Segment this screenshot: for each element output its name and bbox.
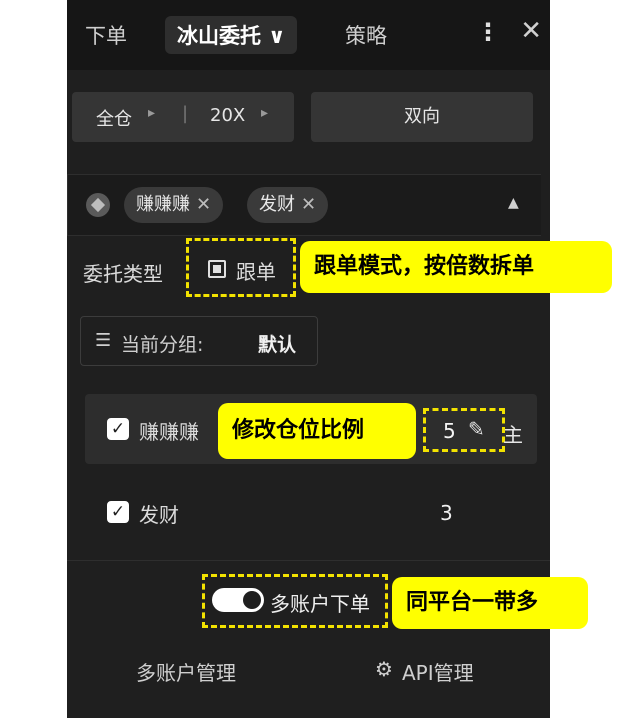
account-checkbox[interactable]: ✓ (107, 501, 129, 523)
account-role: 主 (503, 423, 523, 447)
chevron-up-icon[interactable]: ▲ (508, 195, 519, 211)
account-name: 发财 (139, 503, 179, 527)
account-name: 赚赚赚 (139, 420, 199, 444)
close-icon[interactable]: ✕ (301, 194, 316, 215)
chevron-right-icon: ▸ (148, 105, 156, 121)
tab-strategy[interactable]: 策略 (345, 20, 387, 50)
api-manage-link[interactable]: API管理 (402, 657, 474, 686)
leverage-label[interactable]: 20X (210, 105, 245, 126)
tab-bar: 下单 冰山委托 ∨ 策略 ⋮ ✕ (67, 0, 550, 70)
group-value: 默认 (258, 334, 297, 356)
group-label: 当前分组: (121, 334, 204, 356)
group-selector[interactable]: ☰ 当前分组: 默认 (80, 316, 318, 366)
close-icon[interactable]: ✕ (520, 16, 542, 46)
follow-order-icon (208, 260, 226, 278)
separator: | (182, 103, 189, 124)
exchange-logo-icon (86, 193, 110, 217)
annotation-same-platform: 同平台一带多 (392, 577, 588, 629)
order-type-label: 委托类型 (83, 262, 163, 286)
gear-icon: ⚙ (375, 657, 393, 681)
divider (67, 560, 550, 561)
close-icon[interactable]: ✕ (196, 194, 211, 215)
list-icon: ☰ (95, 330, 112, 351)
order-type-value[interactable]: 跟单 (236, 256, 276, 285)
account-chip[interactable]: 赚赚赚 ✕ (124, 187, 224, 223)
multi-account-label: 多账户下单 (270, 592, 370, 616)
multi-account-toggle[interactable] (212, 588, 264, 612)
account-chip-label: 发财 (259, 194, 295, 215)
multi-account-manage-link[interactable]: 多账户管理 (136, 657, 236, 686)
account-chip-label: 赚赚赚 (136, 194, 190, 215)
account-checkbox[interactable]: ✓ (107, 418, 129, 440)
account-chip[interactable]: 发财 ✕ (247, 187, 329, 223)
chevron-right-icon: ▸ (261, 105, 269, 121)
tab-iceberg-order[interactable]: 冰山委托 ∨ (165, 16, 298, 54)
edit-icon[interactable]: ✎ (468, 417, 485, 441)
annotation-follow-mode: 跟单模式，按倍数拆单 (300, 241, 612, 293)
account-ratio: 5 (443, 419, 456, 443)
account-ratio: 3 (440, 501, 453, 525)
account-chip-selector[interactable]: 赚赚赚 ✕ 发财 ✕ ▲ (67, 174, 541, 236)
annotation-edit-ratio: 修改仓位比例 (218, 403, 416, 459)
position-mode-button[interactable]: 双向 (311, 92, 533, 142)
more-vertical-icon[interactable]: ⋮ (476, 18, 500, 46)
margin-leverage-selector[interactable]: 全仓 ▸ | 20X ▸ (72, 92, 294, 142)
margin-mode-label[interactable]: 全仓 (96, 105, 132, 131)
edit-ratio-highlight (423, 408, 505, 452)
tab-order[interactable]: 下单 (85, 20, 127, 50)
